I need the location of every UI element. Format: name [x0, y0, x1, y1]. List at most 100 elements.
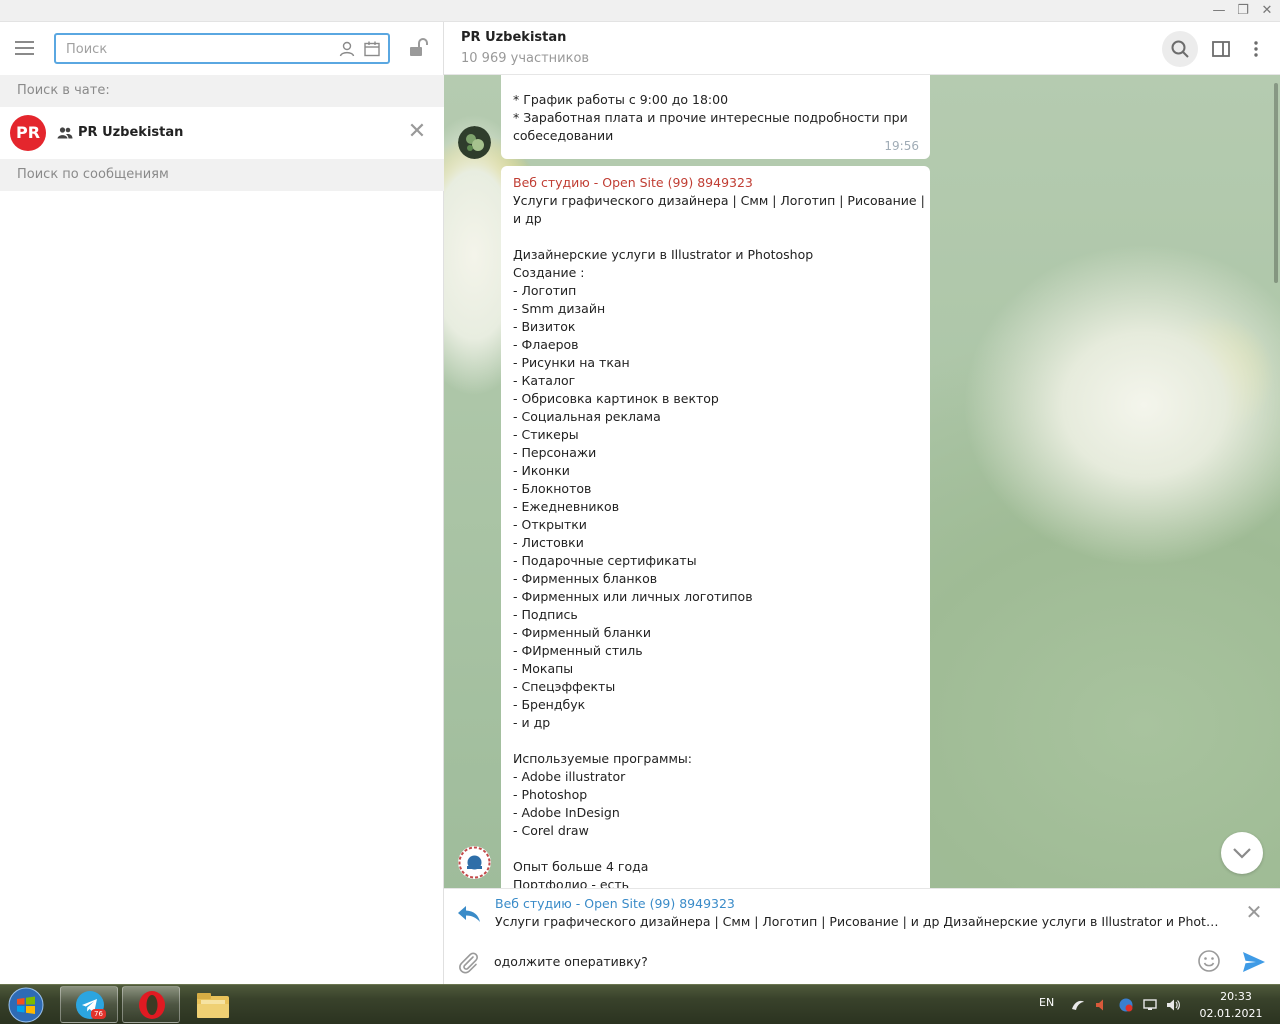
tray-speaker-muted-icon[interactable] [1094, 997, 1110, 1013]
message-bubble[interactable]: * График работы с 9:00 до 18:00 * Заработ… [501, 75, 930, 159]
reply-text: Услуги графического дизайнера | Смм | Ло… [495, 914, 1220, 929]
message-text-line [513, 228, 918, 246]
taskbar-telegram[interactable]: 76 [60, 986, 118, 1023]
unread-badge: 76 [91, 1009, 106, 1019]
user-avatar[interactable] [458, 126, 491, 159]
message-text-line: * График работы с 9:00 до 18:00 [513, 92, 729, 107]
search-button[interactable] [1162, 31, 1198, 67]
reply-sender: Веб студию - Open Site (99) 8949323 [495, 896, 735, 911]
keyboard-language[interactable]: EN [1039, 996, 1054, 1009]
taskbar-opera[interactable] [122, 986, 180, 1023]
message-text-line: Создание : [513, 265, 585, 280]
message-text-line: - Брендбук [513, 697, 586, 712]
message-text-line: - Photoshop [513, 787, 588, 802]
scrollbar[interactable] [1274, 83, 1278, 283]
lock-icon[interactable] [406, 36, 430, 60]
message-sender[interactable]: Веб студию - Open Site (99) 8949323 [513, 174, 918, 192]
message-time: 19:56 [884, 139, 919, 153]
cancel-chat-search-button[interactable]: ✕ [406, 121, 428, 144]
chat-header: PR Uzbekistan 10 969 участников [444, 22, 1280, 75]
emoji-icon[interactable] [1197, 949, 1221, 973]
cancel-reply-button[interactable]: ✕ [1244, 902, 1264, 923]
message-text-line: - Иконки [513, 463, 570, 478]
message-text-line [513, 840, 918, 858]
message-text-line: - Подпись [513, 607, 578, 622]
reply-preview[interactable]: Веб студию - Open Site (99) 8949323 Услу… [444, 888, 1280, 938]
message-text-line: Опыт больше 4 года [513, 859, 649, 874]
tray-volume-icon[interactable] [1165, 997, 1181, 1013]
message-text-line: - Рисунки на ткан [513, 355, 630, 370]
chat-name: PR Uzbekistan [78, 125, 184, 140]
message-text-line: - Открытки [513, 517, 587, 532]
user-avatar[interactable] [458, 846, 491, 879]
chat-member-count: 10 969 участников [461, 51, 590, 66]
message-text-line: - Листовки [513, 535, 584, 550]
message-text-line: Портфолио - есть [513, 877, 630, 888]
chat-title[interactable]: PR Uzbekistan [461, 30, 566, 45]
maximize-button[interactable]: ❐ [1231, 2, 1255, 20]
message-text-line: - и др [513, 715, 551, 730]
message-text-line: Используемые программы: [513, 751, 692, 766]
message-text-line: - Smm дизайн [513, 301, 606, 316]
file-explorer-icon[interactable] [193, 988, 233, 1022]
close-window-button[interactable]: ✕ [1255, 2, 1279, 20]
message-text-line: - Мокапы [513, 661, 574, 676]
message-text-line: - Спецэффекты [513, 679, 616, 694]
message-text-line: - Стикеры [513, 427, 579, 442]
message-text-line: - Подарочные сертификаты [513, 553, 697, 568]
search-box[interactable] [54, 33, 390, 64]
opera-icon [139, 991, 165, 1019]
sidebar-top-bar [0, 22, 444, 74]
more-vertical-icon [1254, 41, 1258, 57]
sidebar: Поиск в чате: PR PR Uzbekistan ✕ Поиск п… [0, 22, 444, 984]
message-text-line: - Визиток [513, 319, 576, 334]
search-input[interactable] [66, 39, 316, 59]
message-text-line: - Блокнотов [513, 481, 592, 496]
paperclip-icon[interactable] [456, 950, 480, 974]
window-titlebar: — ❐ ✕ [0, 0, 1280, 22]
tray-app-icon[interactable] [1070, 997, 1086, 1013]
scroll-to-bottom-button[interactable] [1221, 832, 1263, 874]
more-options-button[interactable] [1238, 31, 1274, 67]
hamburger-menu-icon[interactable] [15, 38, 37, 58]
search-in-chat-label: Поиск в чате: [0, 75, 444, 107]
message-text-line: - Ежедневников [513, 499, 620, 514]
search-icon [1171, 40, 1189, 58]
minimize-button[interactable]: — [1207, 2, 1231, 20]
message-text-line: - ФИрменный стиль [513, 643, 643, 658]
tray-network-icon[interactable] [1142, 997, 1158, 1013]
telegram-icon [76, 991, 104, 1019]
message-text-line [513, 732, 918, 750]
message-text-line: - Adobe InDesign [513, 805, 620, 820]
message-text-line: - Персонажи [513, 445, 597, 460]
message-text-line: - Каталог [513, 373, 576, 388]
compose-bar [444, 938, 1280, 984]
message-text-line: собеседовании [513, 128, 614, 143]
message-text-line: Услуги графического дизайнера | Смм | Ло… [513, 193, 925, 208]
clock-date[interactable]: 02.01.2021 [1196, 1007, 1266, 1020]
chat-panel: PR Uzbekistan 10 969 участников * График… [444, 22, 1280, 984]
message-list[interactable]: * График работы с 9:00 до 18:00 * Заработ… [444, 75, 1280, 888]
reply-arrow-icon [458, 906, 480, 922]
search-by-user-icon[interactable] [338, 40, 356, 58]
chat-row-pr-uzbekistan[interactable]: PR PR Uzbekistan ✕ [0, 107, 444, 159]
windows-start-icon[interactable] [4, 987, 48, 1023]
group-icon [57, 127, 73, 139]
search-by-date-icon[interactable] [363, 40, 381, 58]
clock-time[interactable]: 20:33 [1206, 990, 1266, 1003]
message-text-line: - Флаеров [513, 337, 579, 352]
message-text-line: Дизайнерские услуги в Illustrator и Phot… [513, 247, 814, 262]
send-icon[interactable] [1241, 950, 1267, 974]
chevron-down-icon [1233, 848, 1251, 859]
sidebar-toggle-button[interactable] [1203, 31, 1239, 67]
message-bubble[interactable]: Веб студию - Open Site (99) 8949323 Услу… [501, 166, 930, 888]
message-text-line: - Adobe illustrator [513, 769, 626, 784]
message-text-line: - Фирменных бланков [513, 571, 658, 586]
message-text-line: - Фирменных или личных логотипов [513, 589, 753, 604]
message-text-line: * Заработная плата и прочие интересные п… [513, 110, 908, 125]
tray-antivirus-icon[interactable] [1118, 997, 1134, 1013]
message-text-line: - Логотип [513, 283, 577, 298]
message-text-line: - Обрисовка картинок в вектор [513, 391, 719, 406]
taskbar: 76 EN 20:33 02.01.2021 [0, 984, 1280, 1024]
message-input[interactable] [494, 951, 1184, 971]
